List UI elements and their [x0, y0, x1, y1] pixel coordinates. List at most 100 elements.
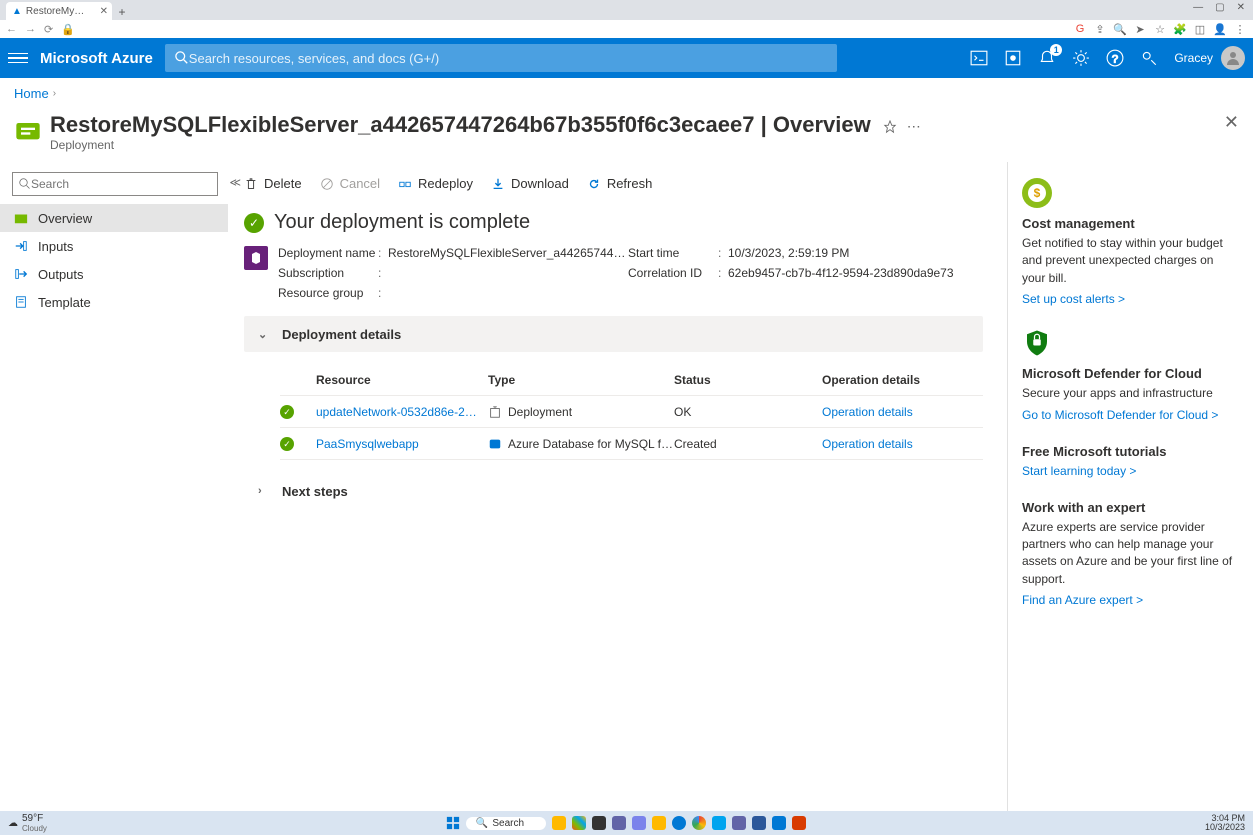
search-icon — [175, 51, 189, 65]
close-window-icon[interactable]: ✕ — [1237, 2, 1245, 13]
browser-chrome: ▲ RestoreMySQLFlexibleServer_a... ✕ + — … — [0, 0, 1253, 38]
col-type: Type — [488, 373, 674, 387]
section-next-steps[interactable]: › Next steps — [244, 476, 983, 506]
taskbar-app-icon[interactable] — [792, 816, 806, 830]
notifications-button[interactable]: 1 — [1038, 49, 1056, 67]
expert-link[interactable]: Find an Azure expert > — [1022, 593, 1143, 607]
table-row: ✓ updateNetwork-0532d86e-28cf-4 Deployme… — [280, 396, 983, 428]
sidebar-search[interactable]: ≪ — [12, 172, 218, 196]
col-operation-details: Operation details — [822, 373, 983, 387]
user-menu[interactable]: Gracey — [1174, 46, 1245, 70]
menu-icon[interactable]: ⋮ — [1233, 23, 1247, 36]
defender-link[interactable]: Go to Microsoft Defender for Cloud > — [1022, 408, 1218, 422]
bookmark-icon[interactable]: ☆ — [1153, 23, 1167, 36]
taskbar-app-icon[interactable] — [712, 816, 726, 830]
global-search[interactable] — [165, 44, 837, 72]
cost-icon: $ — [1022, 178, 1052, 208]
more-icon[interactable]: ⋯ — [907, 118, 921, 135]
col-status: Status — [674, 373, 822, 387]
global-search-input[interactable] — [189, 51, 827, 66]
forward-icon[interactable]: → — [25, 23, 36, 35]
card-title: Cost management — [1022, 216, 1239, 231]
weather-widget[interactable]: ☁ 59°F Cloudy — [8, 813, 47, 833]
sidebar-item-inputs[interactable]: Inputs — [0, 232, 228, 260]
overview-icon — [14, 211, 28, 225]
card-body: Azure experts are service provider partn… — [1022, 519, 1239, 589]
sidebar-item-overview[interactable]: Overview — [0, 204, 228, 232]
taskbar-app-icon[interactable] — [772, 816, 786, 830]
sidebar-item-template[interactable]: Template — [0, 288, 228, 316]
feedback-icon[interactable] — [1140, 49, 1158, 67]
windows-taskbar: ☁ 59°F Cloudy 🔍Search 3:04 PM 10/3/2023 — [0, 811, 1253, 835]
azure-logo[interactable]: Microsoft Azure — [40, 50, 153, 67]
collapse-sidebar-icon[interactable]: ≪ — [229, 176, 241, 189]
refresh-button[interactable]: Refresh — [587, 176, 653, 191]
send-icon[interactable]: ➤ — [1133, 23, 1147, 36]
taskbar-app-icon[interactable] — [652, 816, 666, 830]
breadcrumb: Home › — [0, 78, 1253, 108]
arm-template-icon — [244, 246, 268, 270]
cloud-shell-icon[interactable] — [970, 49, 988, 67]
taskbar-app-icon[interactable] — [552, 816, 566, 830]
operation-details-link[interactable]: Operation details — [822, 405, 983, 419]
avatar-icon — [1221, 46, 1245, 70]
copilot-icon[interactable] — [1004, 49, 1022, 67]
taskbar-app-icon[interactable] — [752, 816, 766, 830]
delete-button[interactable]: Delete — [244, 176, 302, 191]
resource-link[interactable]: PaaSmysqlwebapp — [316, 437, 488, 451]
card-body: Get notified to stay within your budget … — [1022, 235, 1239, 287]
taskbar-app-icon[interactable] — [692, 816, 706, 830]
toolbar: Delete Cancel Redeploy Download Refresh — [238, 172, 989, 205]
pin-icon[interactable] — [883, 120, 897, 134]
taskbar-app-icon[interactable] — [632, 816, 646, 830]
download-button[interactable]: Download — [491, 176, 569, 191]
breadcrumb-home[interactable]: Home — [14, 86, 49, 101]
taskbar-app-icon[interactable] — [612, 816, 626, 830]
refresh-icon — [587, 177, 601, 191]
azure-favicon-icon: ▲ — [12, 6, 22, 16]
minimize-icon[interactable]: — — [1193, 2, 1203, 13]
chevron-right-icon: › — [258, 485, 270, 497]
defender-card: Microsoft Defender for Cloud Secure your… — [1022, 328, 1239, 421]
lock-icon: 🔒 — [61, 23, 75, 36]
deployment-details-table: Resource Type Status Operation details ✓… — [280, 364, 983, 460]
status-ok-icon: ✓ — [280, 405, 294, 419]
taskbar-app-icon[interactable] — [672, 816, 686, 830]
gsuite-icon[interactable]: G — [1073, 23, 1087, 35]
start-icon[interactable] — [446, 816, 460, 830]
zoom-icon[interactable]: 🔍 — [1113, 23, 1127, 36]
close-blade-button[interactable]: ✕ — [1224, 112, 1239, 133]
system-clock[interactable]: 3:04 PM 10/3/2023 — [1205, 814, 1245, 832]
taskbar-app-icon[interactable] — [732, 816, 746, 830]
resource-type: Azure Database for MySQL flexil — [508, 437, 674, 451]
shield-icon — [1022, 328, 1052, 358]
sidebar-item-outputs[interactable]: Outputs — [0, 260, 228, 288]
weather-temp: 59°F — [22, 813, 47, 824]
profile-icon[interactable]: 👤 — [1213, 23, 1227, 36]
col-resource: Resource — [316, 373, 488, 387]
share-icon[interactable]: ⇪ — [1093, 23, 1107, 36]
label-resource-group: Resource group — [278, 286, 378, 300]
cancel-button: Cancel — [320, 176, 380, 191]
tutorials-link[interactable]: Start learning today > — [1022, 464, 1136, 478]
hamburger-menu-button[interactable] — [8, 53, 28, 64]
taskbar-app-icon[interactable] — [572, 816, 586, 830]
taskbar-search[interactable]: 🔍Search — [466, 817, 546, 830]
extensions-icon[interactable]: 🧩 — [1173, 23, 1187, 36]
section-deployment-details[interactable]: ⌄ Deployment details — [244, 316, 983, 352]
redeploy-button[interactable]: Redeploy — [398, 176, 473, 191]
maximize-icon[interactable]: ▢ — [1215, 2, 1224, 13]
reload-icon[interactable]: ⟳ — [44, 23, 53, 36]
cost-alerts-link[interactable]: Set up cost alerts > — [1022, 292, 1125, 306]
settings-icon[interactable] — [1072, 49, 1090, 67]
operation-details-link[interactable]: Operation details — [822, 437, 983, 451]
sidebar-search-input[interactable] — [31, 177, 211, 191]
new-tab-button[interactable]: + — [114, 4, 130, 20]
sidepanel-icon[interactable]: ◫ — [1193, 23, 1207, 36]
browser-tab[interactable]: ▲ RestoreMySQLFlexibleServer_a... ✕ — [6, 2, 112, 20]
tab-close-icon[interactable]: ✕ — [100, 6, 108, 17]
taskbar-app-icon[interactable] — [592, 816, 606, 830]
help-icon[interactable]: ? — [1106, 49, 1124, 67]
resource-link[interactable]: updateNetwork-0532d86e-28cf-4 — [316, 405, 488, 419]
back-icon[interactable]: ← — [6, 23, 17, 35]
